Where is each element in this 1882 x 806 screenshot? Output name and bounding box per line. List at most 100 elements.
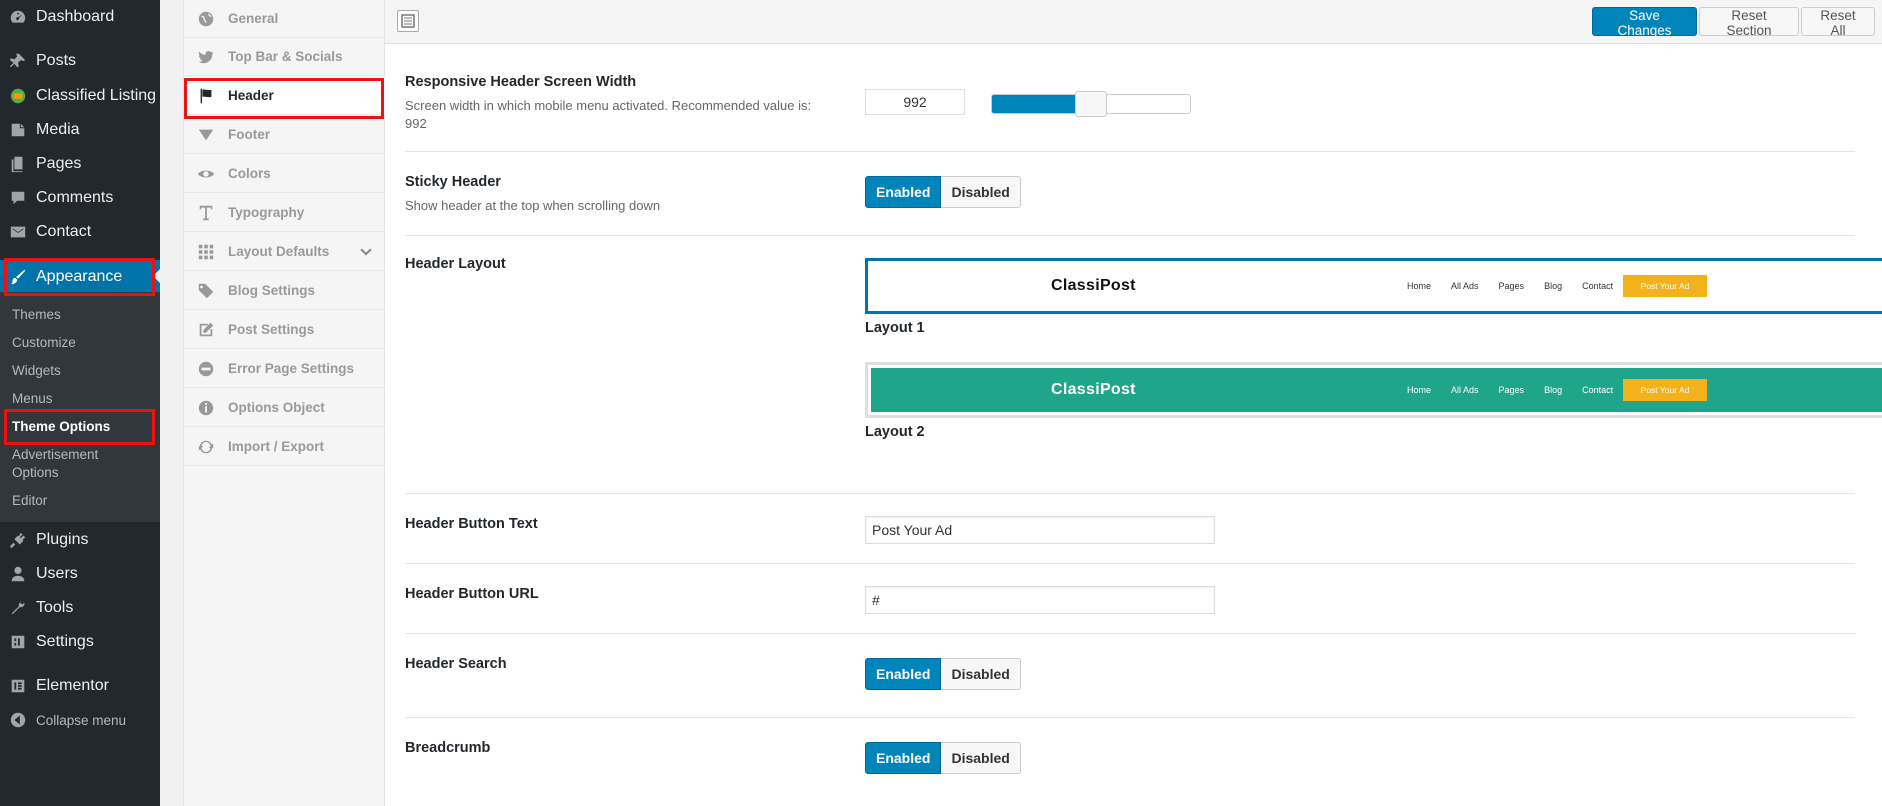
wrench-icon bbox=[0, 599, 36, 617]
setting-sticky-header: Sticky Header Show header at the top whe… bbox=[405, 152, 1855, 236]
eye-icon bbox=[184, 165, 228, 183]
setting-title: Breadcrumb bbox=[405, 740, 491, 756]
disabled-option[interactable]: Disabled bbox=[941, 658, 1021, 690]
responsive-width-input[interactable] bbox=[865, 89, 965, 115]
menu-label: Dashboard bbox=[36, 8, 115, 25]
menu-item-media[interactable]: Media bbox=[0, 114, 160, 146]
menu-item-contact[interactable]: Contact bbox=[0, 216, 160, 248]
options-tab-options-object[interactable]: Options Object bbox=[184, 389, 385, 427]
slider-handle[interactable] bbox=[1075, 91, 1107, 117]
preview-nav: Home All Ads Pages Blog Contact bbox=[1407, 281, 1613, 291]
expand-icon bbox=[401, 14, 415, 28]
submenu-item-advertisement-options[interactable]: Advertisement Options bbox=[12, 446, 122, 482]
menu-item-posts[interactable]: Posts bbox=[0, 45, 160, 77]
options-tab-header[interactable]: Header bbox=[184, 77, 385, 115]
menu-label: Users bbox=[36, 565, 78, 582]
menu-item-tools[interactable]: Tools bbox=[0, 592, 160, 624]
classified-listing-icon bbox=[0, 87, 36, 105]
elementor-icon bbox=[0, 677, 36, 695]
refresh-icon bbox=[184, 438, 228, 456]
breadcrumb-toggle: Enabled Disabled bbox=[865, 742, 1021, 774]
preview-nav-item: All Ads bbox=[1451, 385, 1479, 395]
submenu-item-editor[interactable]: Editor bbox=[12, 492, 47, 510]
menu-item-settings[interactable]: Settings bbox=[0, 626, 160, 658]
save-changes-button[interactable]: Save Changes bbox=[1592, 7, 1697, 38]
setting-description: Show header at the top when scrolling do… bbox=[405, 198, 661, 213]
enabled-option[interactable]: Enabled bbox=[865, 176, 942, 208]
enabled-option[interactable]: Enabled bbox=[865, 658, 942, 690]
menu-label: Appearance bbox=[36, 268, 123, 285]
menu-item-pages[interactable]: Pages bbox=[0, 148, 160, 180]
reset-section-button[interactable]: Reset Section bbox=[1699, 7, 1799, 38]
expand-options-button[interactable] bbox=[397, 10, 419, 32]
menu-label: Classified Listing bbox=[36, 87, 157, 104]
paintbrush-icon bbox=[0, 268, 36, 286]
options-tab-colors[interactable]: Colors bbox=[184, 155, 385, 193]
setting-title: Header Layout bbox=[405, 256, 506, 272]
submenu-item-widgets[interactable]: Widgets bbox=[12, 362, 61, 380]
dashboard-icon bbox=[0, 8, 36, 26]
collapse-menu-button[interactable]: Collapse menu bbox=[0, 704, 160, 736]
menu-item-dashboard[interactable]: Dashboard bbox=[0, 1, 160, 33]
layout-2-caption: Layout 2 bbox=[865, 424, 925, 440]
submenu-item-themes[interactable]: Themes bbox=[12, 306, 61, 324]
responsive-width-slider[interactable] bbox=[991, 91, 1191, 117]
layout-2-option[interactable]: ClassiPost Home All Ads Pages Blog Conta… bbox=[865, 362, 1882, 418]
options-tab-blog-settings[interactable]: Blog Settings bbox=[184, 272, 385, 310]
media-icon bbox=[0, 121, 36, 139]
menu-label: Elementor bbox=[36, 677, 109, 694]
setting-responsive-header-width: Responsive Header Screen Width Screen wi… bbox=[405, 44, 1855, 152]
preview-post-button: Post Your Ad bbox=[1623, 275, 1707, 297]
menu-label: Tools bbox=[36, 599, 74, 616]
menu-item-appearance[interactable]: Appearance bbox=[0, 260, 160, 294]
globe-icon bbox=[184, 10, 228, 28]
settings-icon bbox=[0, 633, 36, 651]
reset-all-button[interactable]: Reset All bbox=[1801, 7, 1875, 38]
options-tab-top-bar-socials[interactable]: Top Bar & Socials bbox=[184, 38, 385, 76]
menu-label: Media bbox=[36, 121, 80, 138]
options-tab-footer[interactable]: Footer bbox=[184, 116, 385, 154]
setting-title: Header Search bbox=[405, 656, 507, 672]
menu-item-users[interactable]: Users bbox=[0, 558, 160, 590]
setting-title: Sticky Header bbox=[405, 174, 501, 190]
options-tab-layout-defaults[interactable]: Layout Defaults bbox=[184, 233, 385, 271]
preview-nav-item: Blog bbox=[1544, 385, 1563, 395]
chevron-down-icon[interactable] bbox=[359, 245, 373, 259]
submenu-item-theme-options[interactable]: Theme Options bbox=[12, 418, 110, 436]
header-button-url-input[interactable] bbox=[865, 586, 1215, 614]
setting-header-button-text: Header Button Text bbox=[405, 494, 1855, 564]
options-tab-general[interactable]: General bbox=[184, 0, 385, 38]
preview-nav: Home All Ads Pages Blog Contact bbox=[1407, 385, 1613, 395]
setting-header-layout: Header Layout ClassiPost Home All Ads Pa… bbox=[405, 236, 1882, 494]
pages-icon bbox=[0, 155, 36, 173]
tab-label: Header bbox=[228, 88, 274, 103]
twitter-icon bbox=[184, 48, 228, 66]
submenu-item-customize[interactable]: Customize bbox=[12, 334, 76, 352]
options-tab-typography[interactable]: Typography bbox=[184, 194, 385, 232]
pin-icon bbox=[0, 52, 36, 70]
menu-label: Comments bbox=[36, 189, 114, 206]
header-button-text-input[interactable] bbox=[865, 516, 1215, 544]
setting-breadcrumb: Breadcrumb Enabled Disabled bbox=[405, 718, 1855, 806]
submenu-item-menus[interactable]: Menus bbox=[12, 390, 53, 408]
menu-item-elementor[interactable]: Elementor bbox=[0, 670, 160, 702]
disabled-option[interactable]: Disabled bbox=[941, 176, 1021, 208]
menu-item-classified-listing[interactable]: Classified Listing bbox=[0, 80, 160, 112]
menu-label: Contact bbox=[36, 223, 92, 240]
options-tab-post-settings[interactable]: Post Settings bbox=[184, 311, 385, 349]
menu-item-comments[interactable]: Comments bbox=[0, 182, 160, 214]
options-tab-error-page-settings[interactable]: Error Page Settings bbox=[184, 350, 385, 388]
menu-label: Collapse menu bbox=[36, 712, 127, 728]
layout-1-option[interactable]: ClassiPost Home All Ads Pages Blog Conta… bbox=[865, 258, 1882, 314]
enabled-option[interactable]: Enabled bbox=[865, 742, 942, 774]
sticky-header-toggle: Enabled Disabled bbox=[865, 176, 1021, 208]
options-tab-import-export[interactable]: Import / Export bbox=[184, 428, 385, 466]
triangle-down-icon bbox=[184, 126, 228, 144]
preview-nav-item: Contact bbox=[1582, 281, 1614, 291]
preview-nav-item: Pages bbox=[1498, 281, 1525, 291]
menu-item-plugins[interactable]: Plugins bbox=[0, 524, 160, 556]
tab-label: Colors bbox=[228, 166, 271, 181]
tab-label: Options Object bbox=[228, 400, 325, 415]
tab-label: Footer bbox=[228, 127, 270, 142]
disabled-option[interactable]: Disabled bbox=[941, 742, 1021, 774]
